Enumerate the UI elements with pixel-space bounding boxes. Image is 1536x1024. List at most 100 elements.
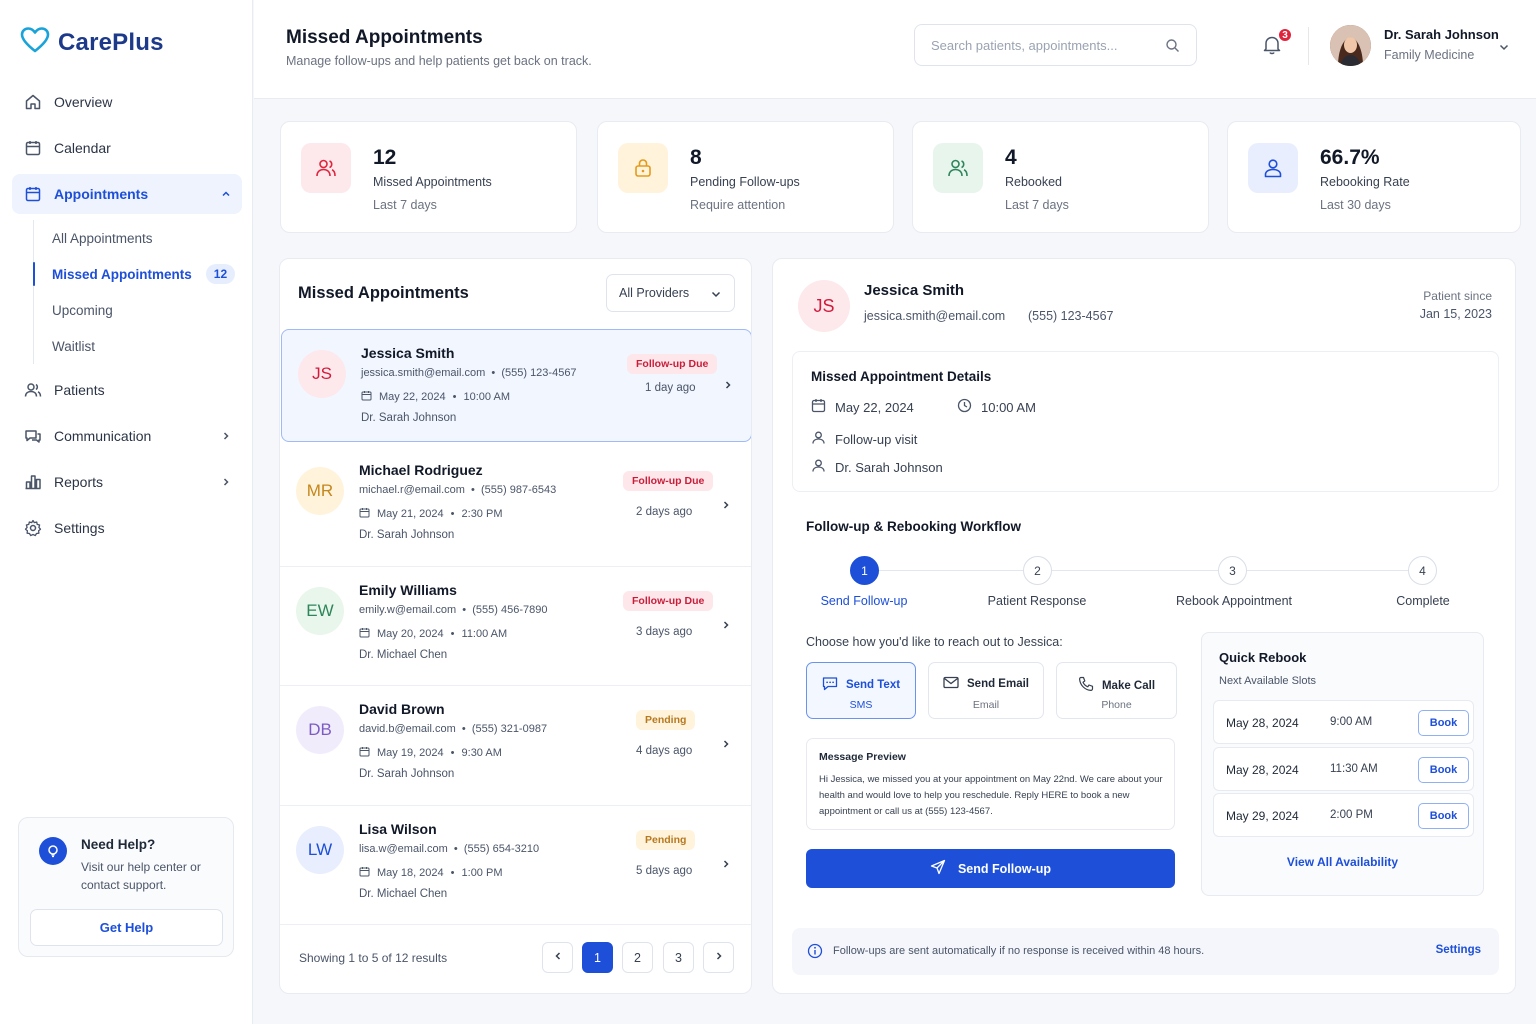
page-button-3[interactable]: 3 — [663, 942, 694, 973]
send-text-option[interactable]: Send Text SMS — [806, 662, 916, 719]
info-icon — [807, 943, 823, 964]
make-call-option[interactable]: Make Call Phone — [1056, 662, 1177, 719]
page-button-2[interactable]: 2 — [622, 942, 653, 973]
appointment-datetime: May 22, 2024 • 10:00 AM — [361, 390, 510, 404]
provider-filter-select[interactable]: All Providers — [606, 274, 735, 312]
time-ago: 1 day ago — [645, 382, 696, 394]
search-input[interactable] — [931, 37, 1151, 53]
patient-phone: (555) 654-3210 — [463, 842, 540, 855]
subnav-missed-appointments[interactable]: Missed Appointments 12 — [33, 256, 242, 292]
chevron-right-icon — [720, 498, 732, 516]
stat-label: Missed Appointments — [373, 175, 492, 189]
patient-row[interactable]: MR Michael Rodriguez michael.r@email.com… — [280, 447, 751, 567]
calendar-icon — [811, 398, 826, 416]
app-name: CarePlus — [58, 28, 164, 56]
provider-filter-value: All Providers — [619, 286, 690, 300]
patient-avatar: DB — [296, 706, 344, 754]
notification-badge: 3 — [1277, 27, 1293, 43]
option-label: Make Call — [1101, 679, 1156, 692]
settings-link[interactable]: Settings — [1436, 944, 1481, 956]
sidebar-item-label: Communication — [54, 428, 152, 444]
quick-rebook-title: Quick Rebook — [1219, 650, 1307, 665]
send-icon — [930, 859, 946, 878]
patient-row[interactable]: JS Jessica Smith jessica.smith@email.com… — [281, 329, 751, 442]
sidebar-item-communication[interactable]: Communication — [12, 416, 242, 456]
appointment-date-row: May 22, 2024 — [811, 398, 914, 416]
appointment-datetime: May 21, 2024 • 2:30 PM — [359, 507, 502, 521]
send-email-option[interactable]: Send Email Email — [928, 662, 1044, 719]
appointment-time: 10:00 AM — [981, 399, 1036, 415]
sidebar-nav: Overview Calendar Appointments All Appoi… — [12, 82, 242, 554]
patient-phone: (555) 123-4567 — [1028, 309, 1114, 323]
appointment-date: May 19, 2024 — [377, 747, 444, 759]
calendar-icon — [24, 139, 42, 157]
subnav-all-appointments[interactable]: All Appointments — [34, 220, 242, 256]
next-page-button[interactable] — [703, 942, 734, 973]
contact-method-prompt: Choose how you'd like to reach out to Je… — [806, 635, 1063, 649]
calendar-icon — [359, 507, 370, 521]
slot-time: 9:00 AM — [1330, 716, 1373, 728]
sidebar-item-overview[interactable]: Overview — [12, 82, 242, 122]
sidebar-item-patients[interactable]: Patients — [12, 370, 242, 410]
patient-since-value: Jan 15, 2023 — [1419, 307, 1492, 321]
option-sub: Phone — [1101, 699, 1132, 711]
patient-contact: lisa.w@email.com • (555) 654-3210 — [359, 842, 540, 855]
appointment-doctor-row: Dr. Sarah Johnson — [811, 458, 943, 476]
search-icon[interactable] — [1165, 38, 1180, 56]
workflow-step-1[interactable]: 1 — [850, 556, 879, 585]
chevron-down-icon[interactable] — [1498, 40, 1510, 58]
message-icon — [822, 676, 838, 694]
logo[interactable]: CarePlus — [20, 26, 164, 59]
calendar-icon — [359, 866, 370, 880]
slot-date: May 28, 2024 — [1226, 763, 1299, 777]
patient-row[interactable]: DB David Brown david.b@email.com • (555)… — [280, 686, 751, 806]
chevron-down-icon — [710, 288, 722, 303]
workflow-step-2[interactable]: 2 — [1023, 556, 1052, 585]
stat-value: 66.7% — [1320, 146, 1380, 169]
book-button[interactable]: Book — [1418, 803, 1469, 829]
book-button[interactable]: Book — [1418, 710, 1469, 736]
calendar-icon — [361, 390, 372, 404]
option-label: Send Email — [967, 678, 1029, 690]
patient-row[interactable]: LW Lisa Wilson lisa.w@email.com • (555) … — [280, 806, 751, 925]
patient-phone: (555) 456-7890 — [472, 603, 548, 616]
slot-date: May 28, 2024 — [1226, 716, 1299, 730]
stat-sub: Last 7 days — [1005, 198, 1069, 212]
sidebar-item-settings[interactable]: Settings — [12, 508, 242, 548]
subnav-waitlist[interactable]: Waitlist — [34, 328, 242, 364]
view-all-availability-link[interactable]: View All Availability — [1202, 855, 1483, 869]
send-follow-up-button[interactable]: Send Follow-up — [806, 849, 1175, 888]
appointment-date: May 20, 2024 — [377, 627, 444, 640]
workflow-title: Follow-up & Rebooking Workflow — [806, 519, 1021, 534]
sidebar-item-reports[interactable]: Reports — [12, 462, 242, 502]
chevron-right-icon — [720, 618, 732, 636]
subnav-upcoming[interactable]: Upcoming — [34, 292, 242, 328]
patient-name: David Brown — [359, 701, 445, 717]
quick-rebook-sub: Next Available Slots — [1219, 675, 1317, 687]
get-help-button[interactable]: Get Help — [30, 909, 223, 946]
patient-detail-panel: JS Jessica Smith jessica.smith@email.com… — [772, 258, 1516, 994]
sidebar-item-label: Patients — [54, 382, 105, 398]
status-badge: Pending — [636, 829, 696, 850]
page-button-1[interactable]: 1 — [582, 942, 613, 973]
workflow-step-4[interactable]: 4 — [1408, 556, 1437, 585]
appointment-datetime: May 20, 2024 • 11:00 AM — [359, 627, 507, 641]
step-label: Rebook Appointment — [1175, 594, 1293, 608]
search-box — [914, 24, 1197, 66]
patient-email: emily.w@email.com — [359, 603, 457, 616]
user-icon — [811, 430, 826, 448]
sidebar-item-calendar[interactable]: Calendar — [12, 128, 242, 168]
avatar[interactable] — [1330, 25, 1371, 66]
patient-row[interactable]: EW Emily Williams emily.w@email.com • (5… — [280, 567, 751, 686]
chevron-right-icon — [720, 737, 732, 755]
appointment-time: 10:00 AM — [463, 391, 510, 403]
book-button[interactable]: Book — [1418, 757, 1469, 783]
page-title: Missed Appointments — [286, 27, 483, 48]
appointment-datetime: May 18, 2024 • 1:00 PM — [359, 866, 502, 880]
patient-name: Jessica Smith — [361, 345, 455, 361]
sidebar-item-appointments[interactable]: Appointments — [12, 174, 242, 214]
appointment-time: 9:30 AM — [461, 747, 502, 759]
sidebar-item-label: Settings — [54, 520, 105, 536]
workflow-step-3[interactable]: 3 — [1218, 556, 1247, 585]
prev-page-button[interactable] — [542, 942, 573, 973]
